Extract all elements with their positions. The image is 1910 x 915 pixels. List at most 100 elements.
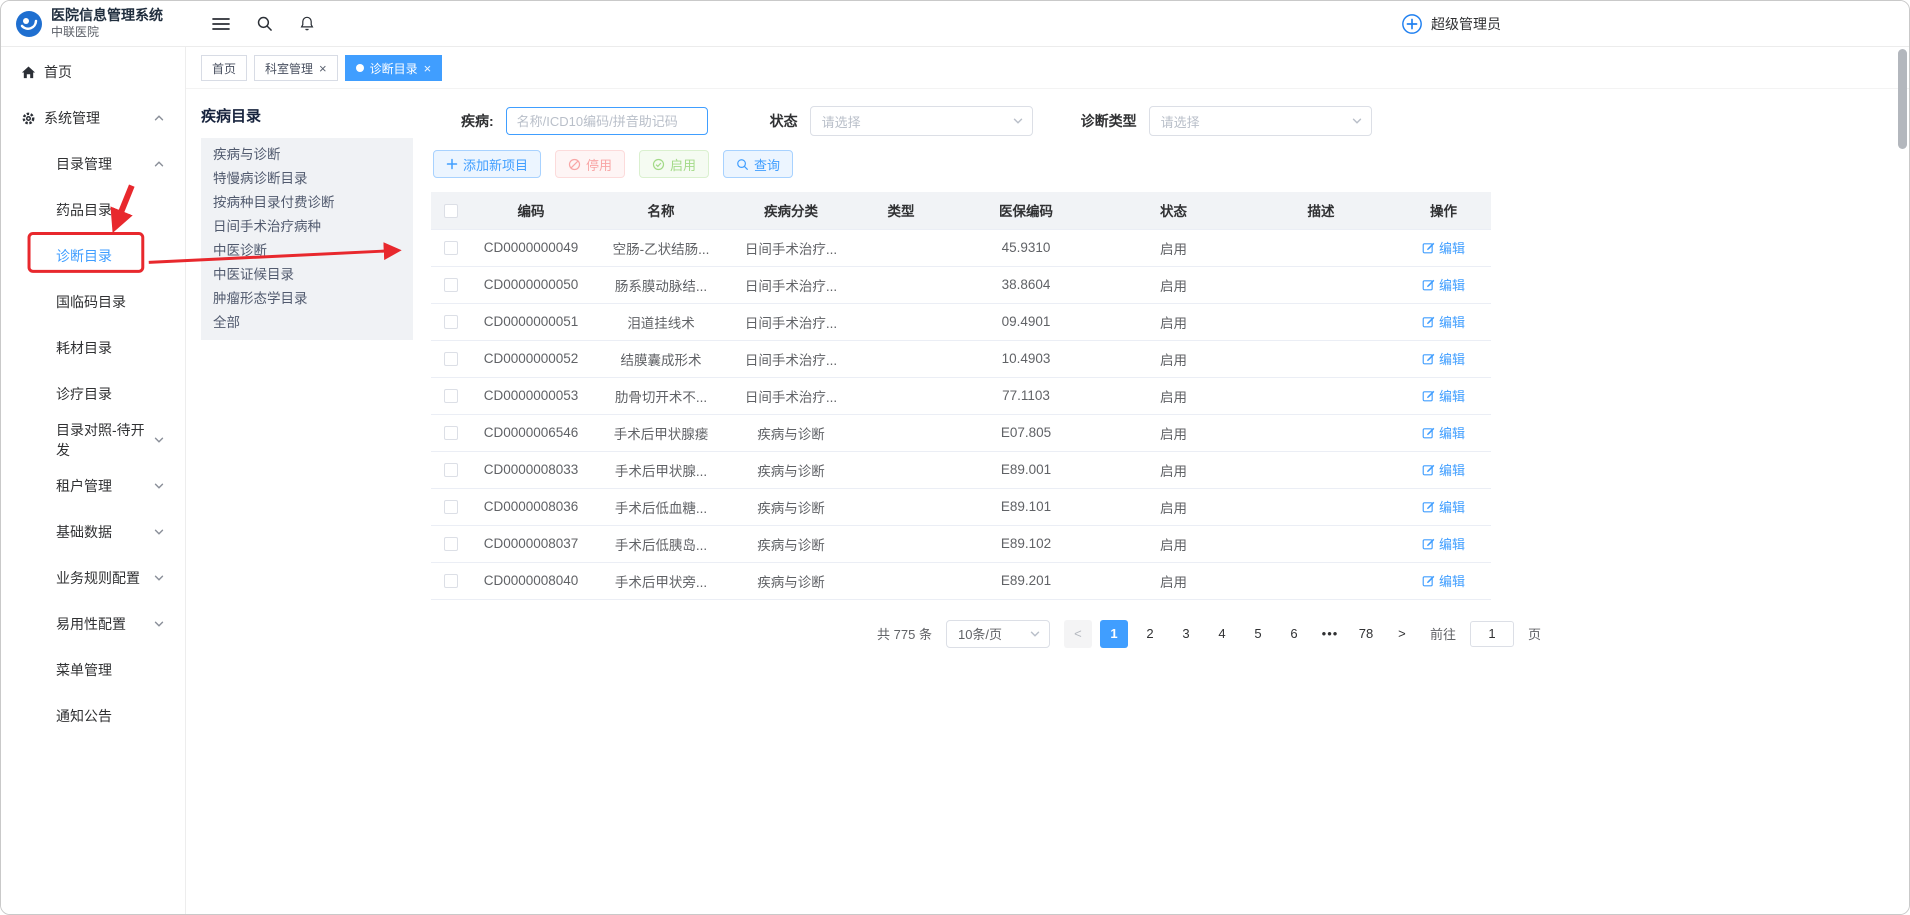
user-menu[interactable]: 超级管理员 — [1401, 13, 1501, 35]
goto-page-input[interactable] — [1470, 621, 1514, 647]
sidebar-item-7[interactable]: 诊疗目录 — [1, 371, 185, 417]
search-icon[interactable] — [256, 15, 273, 32]
status-select-value: 请选择 — [822, 112, 861, 131]
edit-button[interactable]: 编辑 — [1422, 534, 1465, 553]
cell-name: 手术后甲状旁... — [591, 562, 731, 599]
disable-button[interactable]: 停用 — [555, 150, 625, 178]
cell-category: 日间手术治疗... — [731, 266, 851, 303]
tree-item-5[interactable]: 中医证候目录 — [201, 263, 413, 287]
enable-button[interactable]: 启用 — [639, 150, 709, 178]
edit-button[interactable]: 编辑 — [1422, 238, 1465, 257]
sidebar-item-12[interactable]: 易用性配置 — [1, 601, 185, 647]
sidebar-item-9[interactable]: 租户管理 — [1, 463, 185, 509]
page-button-4[interactable]: 4 — [1208, 620, 1236, 648]
menu-collapse-icon[interactable] — [212, 16, 230, 32]
tree-item-6[interactable]: 肿瘤形态学目录 — [201, 287, 413, 311]
goto-label: 前往 — [1430, 624, 1456, 643]
tab-0[interactable]: 首页 — [201, 55, 247, 81]
tab-2[interactable]: 诊断目录× — [345, 55, 443, 81]
sidebar-item-label: 诊疗目录 — [56, 384, 112, 404]
row-checkbox[interactable] — [444, 278, 458, 292]
table-row-7: CD0000008036手术后低血糖...疾病与诊断E89.101启用编辑 — [431, 488, 1491, 525]
cell-status: 启用 — [1101, 451, 1246, 488]
row-checkbox[interactable] — [444, 315, 458, 329]
sidebar-item-11[interactable]: 业务规则配置 — [1, 555, 185, 601]
column-header-3: 类型 — [851, 192, 951, 229]
row-checkbox[interactable] — [444, 537, 458, 551]
more-pages-ellipsis[interactable]: ••• — [1316, 620, 1344, 648]
select-all-checkbox[interactable] — [444, 204, 458, 218]
edit-button[interactable]: 编辑 — [1422, 275, 1465, 294]
add-item-button[interactable]: 添加新项目 — [433, 150, 541, 178]
sidebar-item-4[interactable]: 诊断目录 — [1, 233, 185, 279]
edit-button[interactable]: 编辑 — [1422, 349, 1465, 368]
page-button-1[interactable]: 1 — [1100, 620, 1128, 648]
page-button-6[interactable]: 6 — [1280, 620, 1308, 648]
close-icon[interactable]: × — [424, 62, 432, 75]
tree-item-4[interactable]: 中医诊断 — [201, 239, 413, 263]
sidebar-item-8[interactable]: 目录对照-待开发 — [1, 417, 185, 463]
username: 超级管理员 — [1431, 14, 1501, 34]
status-select[interactable]: 请选择 — [810, 106, 1033, 136]
row-checkbox[interactable] — [444, 389, 458, 403]
row-checkbox[interactable] — [444, 574, 458, 588]
chevron-down-icon — [1029, 628, 1041, 640]
cell-category: 疾病与诊断 — [731, 525, 851, 562]
edit-button[interactable]: 编辑 — [1422, 312, 1465, 331]
scrollbar-thumb[interactable] — [1898, 49, 1907, 149]
vertical-scrollbar[interactable] — [1898, 49, 1907, 909]
query-button[interactable]: 查询 — [723, 150, 793, 178]
cell-insurance-code: 77.1103 — [951, 377, 1101, 414]
tree-item-3[interactable]: 日间手术治疗病种 — [201, 215, 413, 239]
close-icon[interactable]: × — [319, 62, 327, 75]
sidebar-item-1[interactable]: 系统管理 — [1, 95, 185, 141]
page-button-2[interactable]: 2 — [1136, 620, 1164, 648]
sidebar-item-0[interactable]: 首页 — [1, 49, 185, 95]
next-page-button[interactable]: > — [1388, 620, 1416, 648]
sidebar-item-label: 易用性配置 — [56, 614, 126, 634]
diagnosis-type-select[interactable]: 请选择 — [1149, 106, 1372, 136]
brand: 医院信息管理系统 中联医院 — [1, 7, 186, 39]
cell-insurance-code: 10.4903 — [951, 340, 1101, 377]
edit-button[interactable]: 编辑 — [1422, 497, 1465, 516]
app-logo-icon — [15, 10, 43, 38]
prev-page-button[interactable]: < — [1064, 620, 1092, 648]
tree-item-1[interactable]: 特慢病诊断目录 — [201, 167, 413, 191]
tree-item-2[interactable]: 按病种目录付费诊断 — [201, 191, 413, 215]
sidebar-item-14[interactable]: 通知公告 — [1, 693, 185, 739]
edit-button[interactable]: 编辑 — [1422, 423, 1465, 442]
bell-icon[interactable] — [299, 15, 315, 32]
edit-button[interactable]: 编辑 — [1422, 571, 1465, 590]
row-checkbox[interactable] — [444, 426, 458, 440]
sidebar-item-2[interactable]: 目录管理 — [1, 141, 185, 187]
tree-item-7[interactable]: 全部 — [201, 311, 413, 335]
page-size-select[interactable]: 10条/页 — [946, 620, 1050, 648]
sidebar-item-label: 菜单管理 — [56, 660, 112, 680]
plus-icon — [446, 158, 458, 170]
cell-category: 日间手术治疗... — [731, 303, 851, 340]
sidebar-item-3[interactable]: 药品目录 — [1, 187, 185, 233]
edit-button[interactable]: 编辑 — [1422, 460, 1465, 479]
tree-item-0[interactable]: 疾病与诊断 — [201, 143, 413, 167]
edit-button[interactable]: 编辑 — [1422, 386, 1465, 405]
row-checkbox[interactable] — [444, 352, 458, 366]
cell-code: CD0000000051 — [471, 303, 591, 340]
page-button-5[interactable]: 5 — [1244, 620, 1272, 648]
sidebar-item-5[interactable]: 国临码目录 — [1, 279, 185, 325]
page-button-3[interactable]: 3 — [1172, 620, 1200, 648]
column-header-1: 名称 — [591, 192, 731, 229]
disease-search-input[interactable] — [506, 107, 708, 135]
cell-code: CD0000000049 — [471, 229, 591, 266]
cell-code: CD0000008033 — [471, 451, 591, 488]
sidebar-item-6[interactable]: 耗材目录 — [1, 325, 185, 371]
cell-name: 肋骨切开术不... — [591, 377, 731, 414]
cell-description — [1246, 266, 1396, 303]
row-checkbox[interactable] — [444, 241, 458, 255]
cell-name: 肠系膜动脉结... — [591, 266, 731, 303]
page-button-78[interactable]: 78 — [1352, 620, 1380, 648]
row-checkbox[interactable] — [444, 463, 458, 477]
sidebar-item-13[interactable]: 菜单管理 — [1, 647, 185, 693]
row-checkbox[interactable] — [444, 500, 458, 514]
tab-1[interactable]: 科室管理× — [254, 55, 338, 81]
sidebar-item-10[interactable]: 基础数据 — [1, 509, 185, 555]
